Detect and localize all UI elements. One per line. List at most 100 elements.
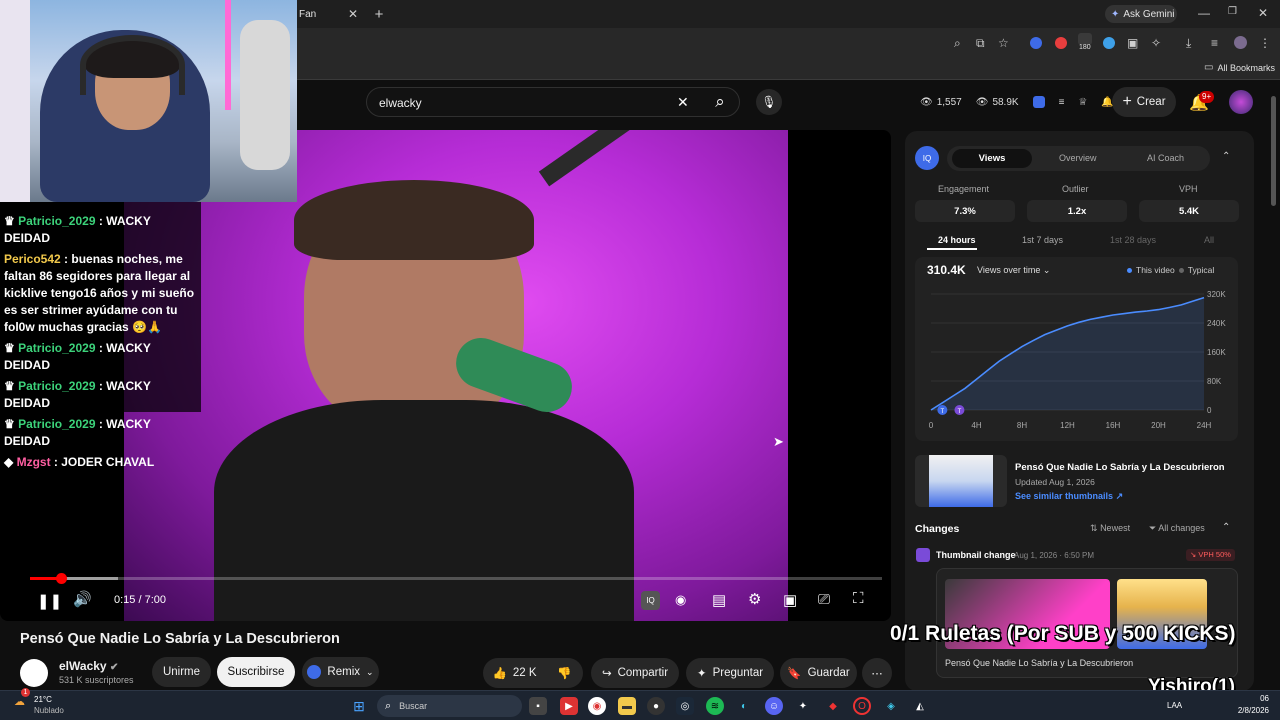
all-bookmarks-button[interactable]: ▭ All Bookmarks xyxy=(1204,62,1275,73)
person-hair xyxy=(294,180,534,260)
save-button[interactable]: 🔖 Guardar xyxy=(780,658,857,688)
range-24-hours[interactable]: 24 hours xyxy=(938,235,976,245)
tab-ai-coach[interactable]: AI Coach xyxy=(1147,153,1184,163)
dislike-button[interactable]: 👎 xyxy=(546,658,583,688)
remix-label: Remix xyxy=(327,666,361,678)
app-icon[interactable]: ◆ xyxy=(824,697,842,715)
app-icon[interactable]: ✦ xyxy=(794,697,812,715)
search-box[interactable]: ✕ xyxy=(366,87,740,117)
zoom-icon[interactable]: ⌕ xyxy=(954,36,961,51)
tab-views[interactable]: Views xyxy=(952,149,1032,168)
discord-icon[interactable]: ☺ xyxy=(765,697,783,715)
ask-button[interactable]: ✦ Preguntar xyxy=(686,658,774,688)
change-marker-label: T xyxy=(958,409,962,415)
chat-username: Patricio_2029 xyxy=(18,341,96,355)
pause-icon[interactable]: ❚❚ xyxy=(37,592,62,610)
share-button[interactable]: ↪ Compartir xyxy=(591,658,679,688)
views-chart-svg: 0 80K 160K 240K 320K 0 4H 8H 12H 16H 20H 24H T T xyxy=(929,290,1227,430)
minimize-icon[interactable]: — xyxy=(1198,6,1210,20)
clock-date[interactable]: 2/8/2026 xyxy=(1227,706,1269,715)
steam-icon[interactable]: ◎ xyxy=(676,697,694,715)
channel-avatar[interactable] xyxy=(20,659,48,687)
sort-newest-button[interactable]: ⇅ Newest xyxy=(1090,523,1130,534)
ask-gemini-button[interactable]: ✦ Ask Gemini xyxy=(1105,5,1177,23)
create-button[interactable]: + Crear xyxy=(1112,87,1176,117)
settings-gear-icon[interactable]: ⚙ xyxy=(748,590,761,608)
voice-search-icon[interactable]: 🎙 xyxy=(756,89,782,115)
clock-time[interactable]: 06 xyxy=(1227,694,1269,703)
person-shirt xyxy=(214,400,634,621)
chat-separator: : xyxy=(95,214,107,228)
progress-bar[interactable] xyxy=(30,577,882,580)
fullscreen-icon[interactable]: ⛶ xyxy=(853,590,864,607)
volume-icon[interactable]: 🔊 xyxy=(73,590,92,608)
maximize-icon[interactable]: ❐ xyxy=(1228,6,1237,17)
trophy-icon[interactable]: ♕ xyxy=(1078,97,1087,108)
extension-icon[interactable] xyxy=(1103,37,1115,49)
collapse-icon[interactable]: ⌃ xyxy=(1222,151,1230,162)
scrubber-handle[interactable] xyxy=(55,573,67,584)
new-tab-icon[interactable]: + xyxy=(372,6,386,23)
app-icon[interactable]: ▶ xyxy=(560,697,578,715)
obs-icon[interactable]: ● xyxy=(647,697,665,715)
like-button[interactable]: 👍 22 K xyxy=(483,658,546,688)
search-icon[interactable]: ⌕ xyxy=(700,87,740,117)
extension-icon[interactable] xyxy=(1055,37,1067,49)
language-indicator[interactable]: LAA xyxy=(1167,701,1182,710)
app-icon[interactable]: ◭ xyxy=(911,697,929,715)
list-icon[interactable]: ≡ xyxy=(1059,97,1065,108)
vidiq-player-icon[interactable]: IQ xyxy=(641,591,660,610)
close-tab-icon[interactable]: ✕ xyxy=(346,6,360,22)
file-explorer-icon[interactable]: ▬ xyxy=(618,697,636,715)
tab-overview[interactable]: Overview xyxy=(1059,153,1097,163)
task-view-icon[interactable]: ▪ xyxy=(529,697,547,715)
extension-icon[interactable]: ▣ xyxy=(1127,36,1138,50)
close-window-icon[interactable]: ✕ xyxy=(1258,6,1268,20)
cast-icon[interactable]: ⎚ xyxy=(818,591,830,608)
autoplay-toggle-icon[interactable]: ◉ xyxy=(675,592,686,608)
app-icon[interactable]: ◈ xyxy=(882,697,900,715)
media-control-icon[interactable]: ≡ xyxy=(1211,36,1218,50)
eye-icon: 👁 xyxy=(975,96,989,108)
edge-icon[interactable]: ◐ xyxy=(735,697,753,715)
range-7-days[interactable]: 1st 7 days xyxy=(1022,235,1063,245)
weather-icon[interactable]: ☁ xyxy=(14,695,25,708)
join-button[interactable]: Unirme xyxy=(152,657,211,687)
stat-label-engagement: Engagement xyxy=(938,184,990,194)
profile-avatar[interactable] xyxy=(1234,36,1247,49)
subtitles-icon[interactable]: ▤ xyxy=(712,591,726,609)
clear-search-icon[interactable]: ✕ xyxy=(677,94,689,111)
remix-button[interactable]: Remix ⌄ xyxy=(302,657,379,687)
miniplayer-icon[interactable]: ▣ xyxy=(783,591,797,609)
collapse-changes-icon[interactable]: ⌃ xyxy=(1222,522,1230,533)
similar-thumbnails-link[interactable]: See similar thumbnails ↗ xyxy=(1015,491,1123,502)
account-avatar[interactable] xyxy=(1229,90,1253,114)
tab-label: Fan xyxy=(299,9,317,20)
browser-tab[interactable]: Fan xyxy=(299,9,316,20)
more-actions-icon[interactable]: ⋯ xyxy=(862,658,892,688)
subscribe-button[interactable]: Suscribirse xyxy=(217,657,295,687)
plus-icon: + xyxy=(1122,93,1132,110)
windows-start-icon[interactable]: ⊞ xyxy=(350,697,368,715)
gemini-icon: ✦ xyxy=(1111,8,1120,20)
extensions-puzzle-icon[interactable]: ✧ xyxy=(1151,36,1161,50)
filter-changes-button[interactable]: ⏷ All changes xyxy=(1149,523,1205,534)
extension-icon[interactable] xyxy=(1030,37,1042,49)
vidiq-icon[interactable] xyxy=(1032,96,1045,108)
taskbar-search[interactable]: ⌕ Buscar xyxy=(377,695,522,717)
browser-menu-icon[interactable]: ⋮ xyxy=(1259,36,1271,50)
opera-icon[interactable]: O xyxy=(853,697,871,715)
bookmark-star-icon[interactable]: ☆ xyxy=(998,36,1009,50)
spotify-icon[interactable]: ≋ xyxy=(706,697,724,715)
channel-name[interactable]: elWacky ✔ xyxy=(59,659,118,673)
page-scrollbar[interactable] xyxy=(1271,96,1276,206)
search-input[interactable] xyxy=(379,94,669,112)
download-icon[interactable]: ⤓ xyxy=(1186,36,1191,51)
cast-page-icon[interactable]: ⧉ xyxy=(976,36,985,51)
chrome-icon[interactable]: ◉ xyxy=(588,697,606,715)
range-28-days[interactable]: 1st 28 days xyxy=(1110,235,1156,245)
x-tick-label: 4H xyxy=(971,421,981,430)
thumbnail-card[interactable] xyxy=(915,455,1007,507)
range-all[interactable]: All xyxy=(1204,235,1214,245)
sort-icon: ⇅ xyxy=(1090,523,1098,533)
